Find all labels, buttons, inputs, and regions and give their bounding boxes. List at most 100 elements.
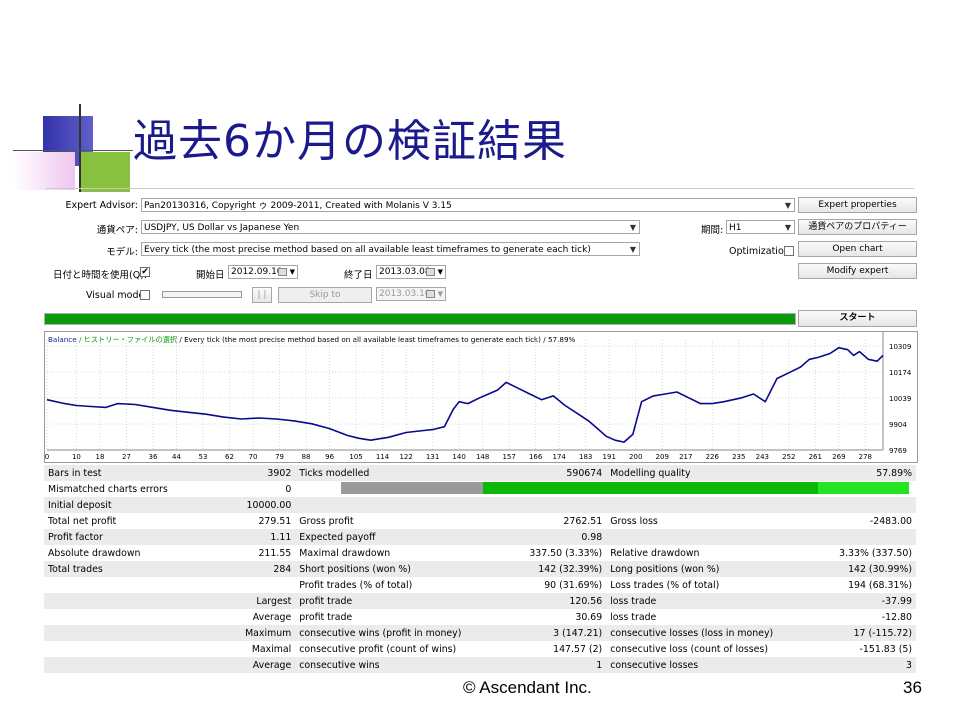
stat-value: 279.51 — [258, 515, 292, 527]
chevron-down-icon: ▼ — [629, 245, 636, 254]
chart-x-tick-label: 18 — [96, 453, 105, 461]
table-row: Average profit trade 30.69 loss trade -12.80 — [44, 609, 916, 625]
table-row: Profit factor 1.11 Expected payoff 0.98 — [44, 529, 916, 545]
to-date-picker[interactable]: 2013.03.08 ▼ — [376, 265, 446, 279]
stat-value: 147.57 (2) — [553, 643, 603, 655]
chart-x-tick-label: 235 — [732, 453, 745, 461]
chart-x-tick-label: 114 — [376, 453, 390, 461]
chevron-down-icon: ▼ — [784, 223, 791, 232]
period-select[interactable]: H1 ▼ — [726, 220, 795, 234]
stat-value: -151.83 (5) — [859, 643, 912, 655]
stat-value: -12.80 — [881, 611, 912, 623]
chart-y-tick-label: 10309 — [889, 343, 911, 351]
stat-label: loss trade — [610, 611, 657, 623]
table-row: Bars in test 3902 Ticks modelled 590674 Mode… — [44, 465, 916, 481]
expert-advisor-value: Pan20130316, Copyright ゥ 2009-2011, Crea… — [144, 201, 452, 211]
expert-properties-button[interactable]: Expert properties — [798, 197, 917, 213]
results-table: Bars in test 3902 Ticks modelled 590674 Mode… — [44, 465, 916, 673]
stat-value: 3902 — [171, 465, 296, 481]
stat-label — [44, 593, 172, 609]
use-date-checkbox[interactable]: ✔ — [140, 267, 150, 277]
stat-value: 194 (68.31%) — [848, 579, 912, 591]
stat-label: consecutive losses — [606, 657, 778, 673]
stat-label: Long positions (won %) — [606, 561, 778, 577]
start-button[interactable]: スタート — [798, 310, 917, 327]
stat-value: 1 — [465, 657, 607, 673]
stat-label — [44, 657, 172, 673]
pause-button[interactable]: | | — [252, 287, 272, 303]
chart-x-tick-label: 62 — [225, 453, 234, 461]
calendar-icon — [426, 268, 435, 276]
calendar-icon — [278, 268, 287, 276]
chart-x-tick-label: 96 — [325, 453, 334, 461]
stat-value: 211.55 — [258, 547, 292, 559]
stat-label — [606, 497, 778, 513]
chart-x-tick-label: 36 — [149, 453, 158, 461]
chart-x-tick-label: 140 — [452, 453, 465, 461]
stat-label: consecutive losses (loss in money) — [606, 625, 778, 641]
open-chart-button[interactable]: Open chart — [798, 241, 917, 257]
chart-x-tick-label: 157 — [502, 453, 515, 461]
page-number: 36 — [903, 678, 922, 697]
stat-label: Profit trades (% of total) — [299, 579, 413, 591]
stat-label: Absolute drawdown — [48, 547, 141, 559]
chart-y-tick-label: 9904 — [889, 421, 907, 429]
stat-label: Modelling quality — [606, 465, 778, 481]
chart-x-tick-label: 88 — [302, 453, 311, 461]
stat-value: 1.11 — [171, 529, 296, 545]
stat-label: Mismatched charts errors — [48, 483, 168, 495]
stat-value: 0.98 — [465, 529, 607, 545]
modelling-quality-bar — [341, 482, 909, 494]
stat-label: Loss trades (% of total) — [610, 579, 720, 591]
decor-vertical-line — [79, 104, 81, 192]
chevron-down-icon: ▼ — [437, 290, 443, 298]
skip-to-button[interactable]: Skip to — [278, 287, 372, 303]
visual-speed-slider[interactable] — [162, 291, 242, 298]
table-row: Profit trades (% of total) 90 (31.69%) Los… — [44, 577, 916, 593]
stat-value: Maximum — [171, 625, 296, 641]
stat-value: 30.69 — [575, 611, 603, 623]
period-value: H1 — [729, 223, 742, 233]
stat-label: profit trade — [299, 611, 353, 623]
expert-advisor-label: Expert Advisor: — [65, 200, 138, 211]
modify-expert-button[interactable]: Modify expert — [798, 263, 917, 279]
quality-bar-gray — [341, 482, 483, 494]
stat-label: consecutive wins (profit in money) — [295, 625, 466, 641]
stat-value: 337.50 (3.33%) — [529, 547, 603, 559]
stat-value: -2483.00 — [869, 515, 912, 527]
optimization-checkbox[interactable] — [784, 246, 794, 256]
from-date-picker[interactable]: 2012.09.10 ▼ — [228, 265, 298, 279]
expert-advisor-select[interactable]: Pan20130316, Copyright ゥ 2009-2011, Crea… — [141, 198, 795, 212]
chart-x-tick-label: 0 — [45, 453, 49, 461]
chart-x-tick-label: 243 — [756, 453, 769, 461]
chart-x-tick-label: 131 — [426, 453, 439, 461]
table-row: Largest profit trade 120.56 loss trade -37.9… — [44, 593, 916, 609]
chart-y-tick-label: 10174 — [889, 369, 912, 377]
model-select[interactable]: Every tick (the most precise method base… — [141, 242, 640, 256]
use-date-label: 日付と時間を使用(Q): — [53, 270, 148, 281]
chart-x-tick-label: 209 — [656, 453, 669, 461]
chart-x-tick-label: 79 — [275, 453, 284, 461]
chevron-down-icon: ▼ — [784, 201, 791, 210]
stat-label — [44, 609, 172, 625]
table-row: Absolute drawdown 211.55 Maximal drawdown 3… — [44, 545, 916, 561]
chart-x-tick-label: 44 — [172, 453, 181, 461]
chart-x-tick-label: 10 — [72, 453, 81, 461]
skip-date-picker[interactable]: 2013.03.10 ▼ — [376, 287, 446, 301]
stat-value: 284 — [171, 561, 296, 577]
stat-label: consecutive wins — [295, 657, 466, 673]
stat-label: Expected payoff — [295, 529, 466, 545]
symbol-properties-button[interactable]: 通貨ペアのプロパティー — [798, 219, 917, 235]
optimization-label: Optimization — [729, 246, 790, 257]
stat-label: consecutive profit (count of wins) — [299, 643, 457, 655]
title-divider — [46, 188, 914, 189]
stat-value — [172, 577, 296, 593]
symbol-select[interactable]: USDJPY, US Dollar vs Japanese Yen ▼ — [141, 220, 640, 234]
visual-mode-checkbox[interactable] — [140, 290, 150, 300]
chart-x-tick-label: 53 — [199, 453, 208, 461]
stat-value: 17 (-115.72) — [777, 625, 916, 641]
stat-label: Initial deposit — [44, 497, 172, 513]
stat-label: loss trade — [606, 593, 778, 609]
stat-value: 142 (30.99%) — [777, 561, 916, 577]
stat-label — [606, 529, 778, 545]
